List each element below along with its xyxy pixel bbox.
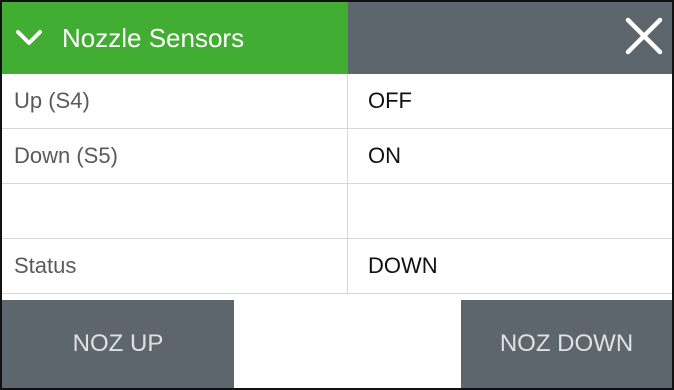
table-row: Up (S4) OFF	[2, 74, 672, 129]
table-row	[2, 184, 672, 239]
noz-down-button[interactable]: NOZ DOWN	[461, 300, 672, 388]
close-button[interactable]	[616, 2, 672, 74]
close-icon	[624, 16, 664, 61]
collapse-toggle[interactable]: Nozzle Sensors	[2, 2, 348, 74]
panel-header: Nozzle Sensors	[2, 2, 672, 74]
nozzle-sensors-panel: Nozzle Sensors Up (S4) OFF Down (S5) ON	[0, 0, 674, 390]
status-label: Status	[2, 239, 348, 293]
sensor-label-down: Down (S5)	[2, 129, 348, 183]
status-value: DOWN	[368, 253, 438, 278]
sensor-value-up: OFF	[368, 88, 412, 113]
noz-up-button[interactable]: NOZ UP	[2, 300, 234, 388]
sensor-label-up: Up (S4)	[2, 74, 348, 128]
chevron-down-icon	[14, 23, 44, 53]
action-bar: NOZ UP NOZ DOWN	[2, 300, 672, 388]
table-row: Status DOWN	[2, 239, 672, 294]
empty-label	[2, 184, 348, 238]
empty-value	[348, 184, 672, 238]
header-bar	[348, 2, 672, 74]
table-row: Down (S5) ON	[2, 129, 672, 184]
sensor-value-down: ON	[368, 143, 401, 168]
panel-title: Nozzle Sensors	[62, 22, 245, 53]
sensor-table: Up (S4) OFF Down (S5) ON Status DOWN	[2, 74, 672, 294]
